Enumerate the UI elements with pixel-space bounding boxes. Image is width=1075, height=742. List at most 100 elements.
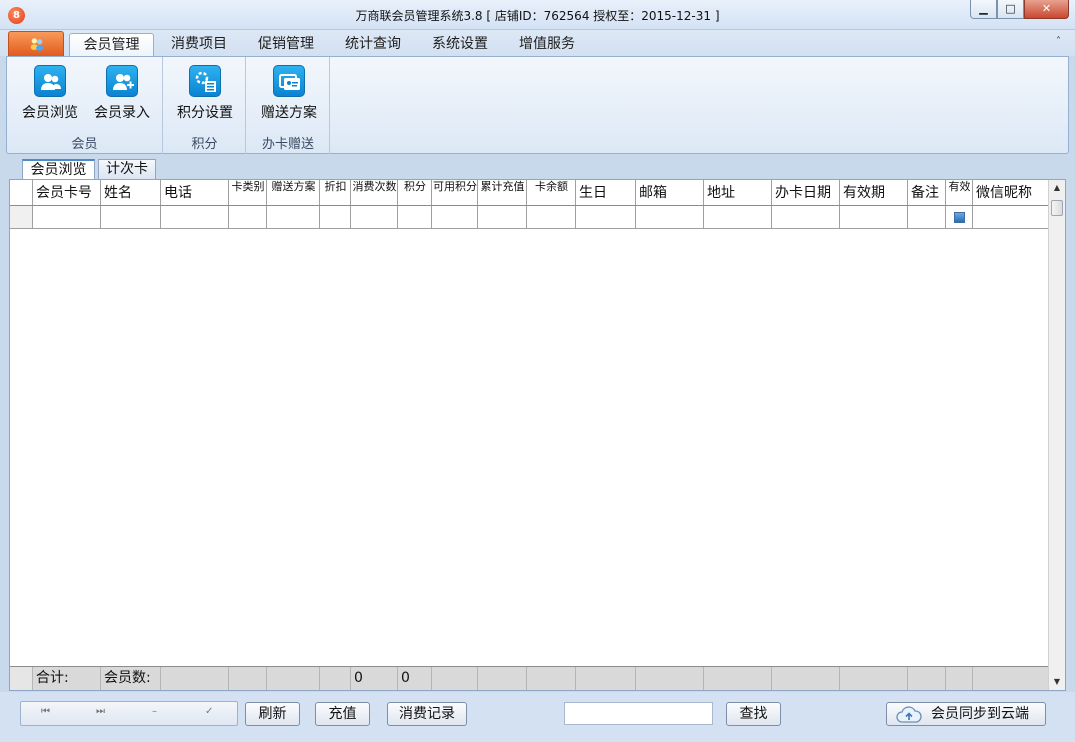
footer-cell (576, 667, 636, 690)
tab-statistics-query[interactable]: 统计查询 (334, 33, 412, 56)
search-button[interactable]: 查找 (726, 702, 781, 726)
table-cell[interactable] (320, 206, 351, 228)
column-header[interactable]: 办卡日期 (772, 180, 840, 205)
consume-record-button[interactable]: 消费记录 (387, 702, 467, 726)
footer-cell (772, 667, 840, 690)
table-cell[interactable] (704, 206, 772, 228)
tab-count-card[interactable]: 计次卡 (98, 159, 156, 179)
gift-plan-button[interactable]: 赠送方案 (252, 65, 326, 122)
table-cell[interactable] (576, 206, 636, 228)
tab-promotion-management[interactable]: 促销管理 (247, 33, 325, 56)
footer-cell (946, 667, 973, 690)
gift-plan-label: 赠送方案 (261, 105, 317, 121)
table-cell[interactable] (772, 206, 840, 228)
table-cell[interactable] (101, 206, 161, 228)
valid-checkbox[interactable] (954, 212, 965, 223)
column-header[interactable]: 会员卡号 (33, 180, 101, 205)
column-header[interactable]: 有效期 (840, 180, 908, 205)
scroll-down-icon[interactable]: ▼ (1049, 674, 1065, 690)
column-header[interactable]: 累计充值 (478, 180, 527, 205)
column-header[interactable]: 微信昵称 (973, 180, 1050, 205)
tab-consumption-items[interactable]: 消费项目 (160, 33, 238, 56)
window-title: 万商联会员管理系统3.8 [ 店铺ID：762564 授权至：2015-12-3… (355, 9, 720, 23)
cloud-sync-label: 会员同步到云端 (931, 706, 1029, 722)
column-header[interactable]: 地址 (704, 180, 772, 205)
ribbon-collapse-icon[interactable]: ˄ (1056, 36, 1061, 47)
ribbon-group-label: 积分 (191, 137, 218, 152)
title-bar: 8 万商联会员管理系统3.8 [ 店铺ID：762564 授权至：2015-12… (0, 0, 1075, 30)
minimize-button[interactable]: ▁ (970, 0, 997, 19)
delete-record-icon[interactable]: – (152, 706, 157, 717)
grid-header: 会员卡号 姓名 电话 卡类别 赠送方案 折扣 消费次数 积分 可用积分 累计充值… (10, 180, 1050, 206)
scroll-up-icon[interactable]: ▲ (1049, 180, 1065, 196)
member-grid[interactable]: 会员卡号 姓名 电话 卡类别 赠送方案 折扣 消费次数 积分 可用积分 累计充值… (9, 179, 1066, 691)
column-header[interactable]: 赠送方案 (267, 180, 320, 205)
member-entry-button[interactable]: 会员录入 (87, 65, 157, 122)
confirm-record-icon[interactable]: ✓ (205, 706, 213, 717)
table-cell[interactable] (33, 206, 101, 228)
footer-cell (704, 667, 772, 690)
scroll-thumb[interactable] (1051, 200, 1063, 216)
tab-system-settings[interactable]: 系统设置 (421, 33, 499, 56)
points-settings-button[interactable]: 积分设置 (168, 65, 242, 122)
grid-footer: 合计: 会员数: 0 0 (10, 666, 1050, 690)
tab-member-browse[interactable]: 会员浏览 (22, 159, 95, 179)
column-header[interactable]: 姓名 (101, 180, 161, 205)
footer-cell (908, 667, 946, 690)
footer-cell (840, 667, 908, 690)
column-header[interactable]: 备注 (908, 180, 946, 205)
column-header[interactable]: 有效 (946, 180, 973, 205)
column-header[interactable]: 可用积分 (432, 180, 478, 205)
member-browse-label: 会员浏览 (22, 105, 78, 121)
table-row[interactable] (10, 206, 1050, 229)
record-navigator: ⏮ ⏭ – ✓ (20, 701, 238, 726)
column-header[interactable]: 邮箱 (636, 180, 704, 205)
document-tab-bar: 会员浏览 计次卡 (0, 157, 1075, 179)
footer-cell (527, 667, 576, 690)
column-header[interactable]: 折扣 (320, 180, 351, 205)
table-cell[interactable] (351, 206, 398, 228)
column-header[interactable]: 卡余额 (527, 180, 576, 205)
tab-value-added-services[interactable]: 增值服务 (508, 33, 586, 56)
refresh-button[interactable]: 刷新 (245, 702, 300, 726)
member-browse-button[interactable]: 会员浏览 (15, 65, 85, 122)
member-count-label: 会员数: (101, 667, 161, 690)
column-header[interactable]: 电话 (161, 180, 229, 205)
table-cell[interactable] (908, 206, 946, 228)
maximize-button[interactable]: □ (997, 0, 1024, 19)
footer-cell (973, 667, 1050, 690)
column-header[interactable]: 积分 (398, 180, 432, 205)
valid-cell[interactable] (946, 206, 973, 228)
table-cell[interactable] (840, 206, 908, 228)
cloud-upload-icon (896, 706, 922, 723)
points-settings-icon (189, 65, 221, 97)
column-header[interactable]: 卡类别 (229, 180, 267, 205)
table-cell[interactable] (161, 206, 229, 228)
footer-cell (478, 667, 527, 690)
first-record-icon[interactable]: ⏮ (41, 706, 50, 717)
table-cell[interactable] (527, 206, 576, 228)
points-total: 0 (398, 667, 432, 690)
add-member-icon (106, 65, 138, 97)
column-header[interactable]: 生日 (576, 180, 636, 205)
footer-cell (432, 667, 478, 690)
table-cell[interactable] (973, 206, 1050, 228)
table-cell[interactable] (267, 206, 320, 228)
last-record-icon[interactable]: ⏭ (96, 706, 105, 717)
column-header[interactable]: 消费次数 (351, 180, 398, 205)
app-menu-button[interactable] (8, 31, 64, 56)
vertical-scrollbar[interactable]: ▲ ▼ (1048, 180, 1065, 690)
table-cell[interactable] (432, 206, 478, 228)
table-cell[interactable] (478, 206, 527, 228)
recharge-button[interactable]: 充值 (315, 702, 370, 726)
search-input[interactable] (564, 702, 713, 725)
close-button[interactable]: ✕ (1024, 0, 1069, 19)
total-label: 合计: (33, 667, 101, 690)
cloud-sync-button[interactable]: 会员同步到云端 (886, 702, 1046, 726)
tab-member-management[interactable]: 会员管理 (69, 33, 154, 56)
row-indicator[interactable] (10, 206, 33, 228)
table-cell[interactable] (398, 206, 432, 228)
footer-cell (161, 667, 229, 690)
table-cell[interactable] (229, 206, 267, 228)
table-cell[interactable] (636, 206, 704, 228)
